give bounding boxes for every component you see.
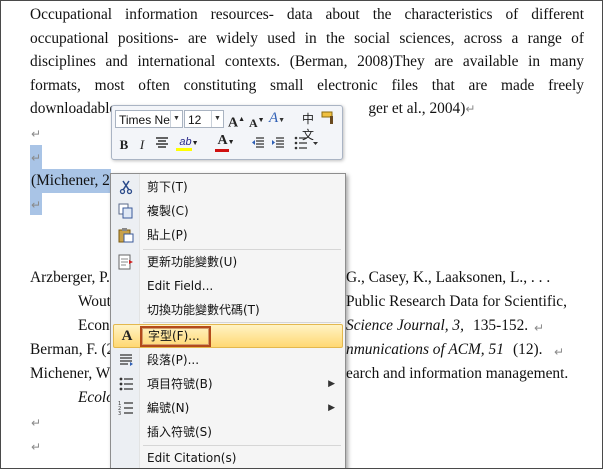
menu-item-paragraph[interactable]: 段落(P)...	[113, 349, 343, 371]
menu-item-font[interactable]: A 字型(F)...	[113, 324, 343, 348]
focus-annotation-box	[140, 326, 211, 347]
menu-item-edit-field[interactable]: Edit Field...	[113, 275, 343, 297]
menu-item-label: 更新功能變數(U)	[147, 255, 238, 269]
menu-item-label: 剪下(T)	[147, 180, 188, 194]
format-painter-icon[interactable]	[320, 110, 338, 130]
reference-text: Science Journal, 3,	[346, 317, 464, 334]
chevron-down-icon[interactable]: ▼	[170, 111, 182, 127]
paragraph-mark: ↵	[31, 198, 42, 212]
font-name-value: Times Ne	[119, 113, 170, 127]
menu-item-label: 編號(N)	[147, 401, 190, 415]
reference-text: G., Casey, K., Laaksonen, L., . . .	[346, 269, 551, 286]
menu-separator	[143, 249, 341, 250]
paste-icon	[118, 227, 134, 243]
submenu-arrow-icon: ▶	[328, 403, 335, 413]
styles-icon[interactable]: A▼	[268, 110, 286, 128]
paragraph-line: occupational positions- are widely used …	[30, 29, 584, 47]
update-field-icon	[118, 254, 134, 270]
menu-item-insert-symbol[interactable]: 插入符號(S)	[113, 421, 343, 443]
menu-item-update-field[interactable]: 更新功能變數(U)	[113, 251, 343, 273]
paragraph-mark: ↵	[31, 127, 42, 141]
menu-item-label: 插入符號(S)	[147, 425, 212, 439]
reference-text: Econ	[78, 317, 110, 334]
document-page: Occupational information resources- data…	[0, 0, 603, 469]
paragraph-line: disciplines and international contexts. …	[30, 53, 584, 70]
bullets-icon	[118, 376, 134, 392]
cut-icon	[118, 179, 134, 195]
menu-item-label: 段落(P)...	[147, 353, 200, 367]
highlight-color-icon[interactable]: ab▼	[174, 134, 204, 152]
reference-text: nmunications of ACM, 51	[346, 341, 504, 358]
paragraph-mark: ↵	[31, 151, 42, 165]
menu-item-toggle-field-codes[interactable]: 切換功能變數代碼(T)	[113, 299, 343, 321]
menu-separator	[143, 322, 341, 323]
reference-text: Ecolo	[78, 389, 114, 406]
font-size-value: 12	[188, 113, 202, 127]
menu-item-label: 切換功能變數代碼(T)	[147, 303, 260, 317]
shrink-font-icon[interactable]: A▼	[249, 112, 265, 131]
mini-toolbar: Times Ne ▼ 12 ▼ A▲ A▼ A▼ 中文 B I ab▼ A▼	[111, 105, 343, 160]
numbering-icon: 123	[118, 400, 134, 417]
menu-item-numbering[interactable]: 123 編號(N) ▶	[113, 397, 343, 419]
paragraph-mark: ↵	[465, 102, 476, 116]
font-size-combo[interactable]: 12 ▼	[184, 110, 224, 128]
submenu-arrow-icon: ▶	[328, 379, 335, 389]
paragraph-mark: ↵	[534, 321, 545, 335]
body-paragraph[interactable]: Occupational information resources- data…	[30, 3, 584, 121]
copy-icon	[118, 203, 134, 219]
reference-text: Wout	[78, 293, 111, 310]
reference-text: Michener, W	[30, 365, 111, 382]
reference-text: (12).	[513, 341, 543, 358]
increase-indent-icon[interactable]	[270, 136, 286, 154]
menu-separator	[143, 445, 341, 446]
reference-text: 135-152.	[473, 317, 529, 334]
paragraph-mark: ↵	[31, 416, 42, 430]
grow-font-icon[interactable]: A▲	[228, 111, 245, 132]
italic-icon[interactable]: I	[136, 137, 148, 153]
font-color-icon[interactable]: A▼	[212, 133, 240, 152]
menu-item-cut[interactable]: 剪下(T)	[113, 176, 343, 198]
menu-item-label: Edit Citation(s)	[147, 451, 237, 465]
font-icon: A	[121, 328, 133, 344]
selected-citation[interactable]: (Michener, 2	[31, 172, 110, 190]
paragraph-line: formats, most often constituting small e…	[30, 76, 584, 94]
bold-icon[interactable]: B	[117, 137, 131, 153]
chevron-down-icon[interactable]: ▼	[211, 111, 223, 127]
menu-item-label: 貼上(P)	[147, 228, 188, 242]
paragraph-mark: ↵	[554, 345, 565, 359]
menu-item-paste[interactable]: 貼上(P)	[113, 224, 343, 246]
menu-item-copy[interactable]: 複製(C)	[113, 200, 343, 222]
paragraph-icon	[118, 352, 134, 368]
decrease-indent-icon[interactable]	[250, 136, 266, 154]
menu-item-label: Edit Field...	[147, 279, 214, 293]
menu-item-bullets[interactable]: 項目符號(B) ▶	[113, 373, 343, 395]
bullets-icon[interactable]	[292, 136, 322, 154]
paragraph-mark: ↵	[31, 440, 42, 454]
reference-text: Arzberger, P.,	[30, 269, 114, 286]
reference-text: Public Research Data for Scientific,	[346, 293, 567, 310]
reference-text: earch and information management.	[346, 365, 569, 382]
menu-item-edit-citation[interactable]: Edit Citation(s)	[113, 447, 343, 468]
paragraph-line-start: downloadable	[30, 100, 117, 117]
context-menu: 剪下(T) 複製(C) 貼上(P) 更新功能變數(U) Edit Field..…	[110, 173, 346, 468]
center-align-icon[interactable]	[154, 136, 170, 154]
reference-text: Berman, F. (2	[30, 341, 115, 358]
font-name-combo[interactable]: Times Ne ▼	[115, 110, 183, 128]
menu-item-label: 項目符號(B)	[147, 377, 213, 391]
menu-item-label: 複製(C)	[147, 204, 189, 218]
paragraph-line-end: ger et al., 2004)	[368, 100, 466, 117]
paragraph-line: Occupational information resources- data…	[30, 6, 584, 23]
svg-text:3: 3	[118, 411, 121, 416]
